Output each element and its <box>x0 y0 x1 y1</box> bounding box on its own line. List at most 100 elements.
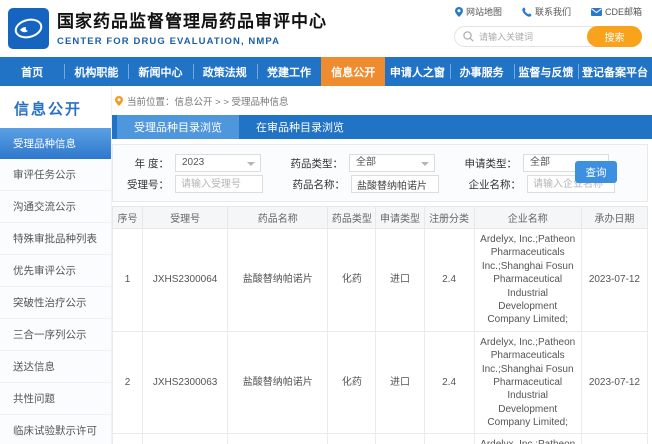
main-nav: 首页机构职能新闻中心政策法规党建工作信息公开申请人之窗办事服务监督与反馈登记备案… <box>0 57 652 86</box>
site-search: 搜索 <box>454 26 642 47</box>
table-cell: 2023-07-12 <box>581 434 647 444</box>
table-cell: 盐酸替纳帕诺片 <box>228 331 328 434</box>
nav-item[interactable]: 办事服务 <box>450 57 514 86</box>
result-table: 序号受理号药品名称药品类型申请类型注册分类企业名称承办日期 1JXHS23000… <box>112 206 648 444</box>
nav-item[interactable]: 申请人之窗 <box>385 57 449 86</box>
sidebar-item[interactable]: 优先审评公示 <box>0 255 111 287</box>
table-column-header: 受理号 <box>143 207 228 229</box>
table-column-header: 企业名称 <box>474 207 581 229</box>
nav-item[interactable]: 登记备案平台 <box>578 57 652 86</box>
mail-icon <box>591 8 602 16</box>
breadcrumb-pin-icon <box>115 96 123 106</box>
contact-link[interactable]: 联系我们 <box>522 5 571 18</box>
table-body: 1JXHS2300064盐酸替纳帕诺片化药进口2.4Ardelyx, Inc.;… <box>113 229 648 444</box>
tabbar: 受理品种目录浏览 在审品种目录浏览 <box>112 115 652 139</box>
filter-row-2: 受理号： 药品名称： 企业名称： <box>117 174 643 194</box>
apply-type-label: 申请类型： <box>459 156 517 171</box>
nmpa-logo[interactable] <box>8 8 49 49</box>
table-column-header: 药品名称 <box>228 207 328 229</box>
table-column-header: 注册分类 <box>424 207 474 229</box>
table-cell: 进口 <box>376 434 424 444</box>
table-cell: 盐酸替纳帕诺片 <box>228 229 328 332</box>
table-cell: 盐酸替纳帕诺片 <box>228 434 328 444</box>
nav-item[interactable]: 首页 <box>0 57 64 86</box>
table-cell: 进口 <box>376 229 424 332</box>
year-select[interactable]: 2023 <box>175 154 261 172</box>
search-input[interactable] <box>479 27 584 46</box>
sitemap-label: 网站地图 <box>466 5 502 18</box>
table-column-header: 序号 <box>113 207 143 229</box>
table-column-header: 药品类型 <box>328 207 376 229</box>
cde-mail-label: CDE邮箱 <box>605 5 642 18</box>
drug-name-input[interactable] <box>351 175 439 193</box>
chevron-down-icon <box>421 162 429 166</box>
filter-row-1: 年 度： 2023 药品类型： 全部 申请类型： 全部 <box>117 153 643 173</box>
table-cell: 3 <box>113 434 143 444</box>
sidebar-item[interactable]: 共性问题 <box>0 383 111 415</box>
apply-type-select-value: 全部 <box>530 157 550 168</box>
nav-item[interactable]: 新闻中心 <box>128 57 192 86</box>
chevron-down-icon <box>247 162 255 166</box>
location-icon <box>455 7 463 17</box>
breadcrumb: 当前位置：信息公开 > > 受理品种信息 <box>112 86 652 115</box>
table-column-header: 承办日期 <box>581 207 647 229</box>
table-column-header: 申请类型 <box>376 207 424 229</box>
drug-type-select[interactable]: 全部 <box>349 154 435 172</box>
table-cell: JXHS2300063 <box>143 331 228 434</box>
company-name-label: 企业名称： <box>463 177 521 192</box>
sitemap-link[interactable]: 网站地图 <box>455 5 502 18</box>
table-cell: 2023-07-12 <box>581 229 647 332</box>
site-title: 国家药品监督管理局药品审评中心 <box>57 7 327 32</box>
search-button[interactable]: 搜索 <box>587 26 642 47</box>
nav-item[interactable]: 党建工作 <box>257 57 321 86</box>
nav-item[interactable]: 信息公开 <box>321 57 385 86</box>
sidebar-list: 受理品种信息审评任务公示沟通交流公示特殊审批品种列表优先审评公示突破性治疗公示三… <box>0 128 111 444</box>
cde-mail-link[interactable]: CDE邮箱 <box>591 5 642 18</box>
table-cell: 1 <box>113 229 143 332</box>
tab-under-review-catalog[interactable]: 在审品种目录浏览 <box>239 115 361 139</box>
main-content: 当前位置：信息公开 > > 受理品种信息 受理品种目录浏览 在审品种目录浏览 年… <box>112 86 652 444</box>
sidebar-item[interactable]: 三合一序列公示 <box>0 319 111 351</box>
sidebar-item[interactable]: 突破性治疗公示 <box>0 287 111 319</box>
sidebar-item[interactable]: 送达信息 <box>0 351 111 383</box>
tab-accepted-catalog[interactable]: 受理品种目录浏览 <box>117 115 239 139</box>
acceptance-no-input[interactable] <box>175 175 263 193</box>
page: 国家药品监督管理局药品审评中心 CENTER FOR DRUG EVALUATI… <box>0 0 652 444</box>
drug-type-label: 药品类型： <box>285 156 343 171</box>
drug-name-label: 药品名称： <box>287 177 345 192</box>
table-row: 1JXHS2300064盐酸替纳帕诺片化药进口2.4Ardelyx, Inc.;… <box>113 229 648 332</box>
sidebar-item[interactable]: 沟通交流公示 <box>0 191 111 223</box>
table-row: 2JXHS2300063盐酸替纳帕诺片化药进口2.4Ardelyx, Inc.;… <box>113 331 648 434</box>
table-cell: 2 <box>113 331 143 434</box>
sidebar-item[interactable]: 审评任务公示 <box>0 159 111 191</box>
search-icon <box>463 31 474 42</box>
site-header: 国家药品监督管理局药品审评中心 CENTER FOR DRUG EVALUATI… <box>0 0 652 57</box>
table-cell: Ardelyx, Inc.;Patheon Pharmaceuticals In… <box>474 434 581 444</box>
drug-type-select-value: 全部 <box>356 157 376 168</box>
table-cell: 化药 <box>328 331 376 434</box>
body-row: 信息公开 受理品种信息审评任务公示沟通交流公示特殊审批品种列表优先审评公示突破性… <box>0 86 652 444</box>
nav-item[interactable]: 监督与反馈 <box>514 57 578 86</box>
site-subtitle: CENTER FOR DRUG EVALUATION, NMPA <box>57 36 327 47</box>
table-cell: Ardelyx, Inc.;Patheon Pharmaceuticals In… <box>474 331 581 434</box>
table-cell: Ardelyx, Inc.;Patheon Pharmaceuticals In… <box>474 229 581 332</box>
table-cell: 2023-07-12 <box>581 331 647 434</box>
nav-item[interactable]: 政策法规 <box>193 57 257 86</box>
table-cell: 化药 <box>328 434 376 444</box>
filter-panel: 年 度： 2023 药品类型： 全部 申请类型： 全部 <box>112 144 648 202</box>
table-cell: 进口 <box>376 331 424 434</box>
nmpa-logo-icon <box>8 8 49 49</box>
sidebar-item[interactable]: 特殊审批品种列表 <box>0 223 111 255</box>
query-button[interactable]: 查询 <box>575 161 617 183</box>
table-cell: 2.4 <box>424 434 474 444</box>
phone-icon <box>522 7 532 17</box>
table-cell: 2.4 <box>424 331 474 434</box>
sidebar: 信息公开 受理品种信息审评任务公示沟通交流公示特殊审批品种列表优先审评公示突破性… <box>0 86 112 444</box>
nav-item[interactable]: 机构职能 <box>64 57 128 86</box>
header-right: 网站地图 联系我们 CDE邮箱 <box>412 5 642 47</box>
sidebar-item[interactable]: 临床试验默示许可 <box>0 415 111 444</box>
table-cell: JXHS2300064 <box>143 229 228 332</box>
sidebar-item[interactable]: 受理品种信息 <box>0 128 111 159</box>
table-cell: JXHS2300062 <box>143 434 228 444</box>
acceptance-no-label: 受理号： <box>117 177 169 192</box>
